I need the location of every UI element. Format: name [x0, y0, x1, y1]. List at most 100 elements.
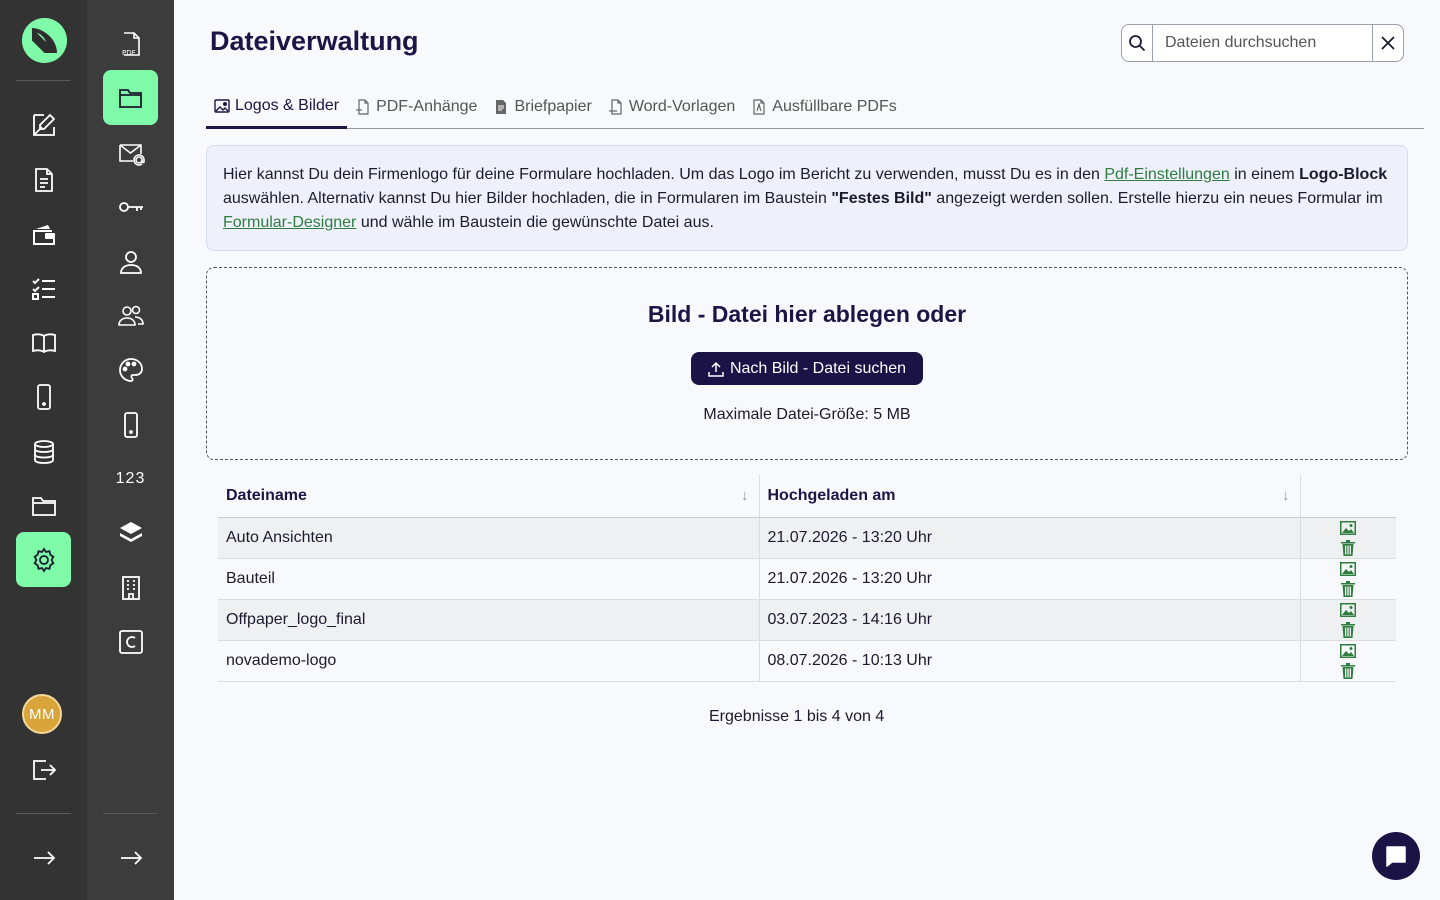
- nav-file-management[interactable]: [103, 70, 158, 125]
- document-filled-icon: [496, 100, 507, 114]
- pdf-file-icon: [356, 99, 369, 115]
- chat-button[interactable]: [1372, 832, 1420, 880]
- trash-icon: [1341, 539, 1356, 556]
- sidebar-divider: [16, 813, 71, 814]
- results-count: Ergebnisse 1 bis 4 von 4: [709, 708, 885, 725]
- app-logo[interactable]: [22, 18, 67, 63]
- close-icon: [1381, 36, 1395, 50]
- file-type-tabs: Logos & Bilder PDF-Anhänge Briefpapier W…: [206, 86, 1424, 129]
- tab-label: Ausfüllbare PDFs: [772, 98, 897, 115]
- nav-palette[interactable]: [103, 342, 158, 397]
- nav-email[interactable]: [103, 125, 158, 180]
- tab-fillable-pdfs[interactable]: Ausfüllbare PDFs: [743, 86, 905, 128]
- image-icon: [1340, 561, 1357, 576]
- file-name: Bauteil: [218, 558, 759, 600]
- search-input[interactable]: [1153, 25, 1372, 61]
- column-header-label: Dateiname: [226, 486, 307, 504]
- pdf-settings-link[interactable]: Pdf-Einstellungen: [1104, 166, 1229, 183]
- info-text: angezeigt werden sollen. Erstelle hierzu…: [931, 190, 1383, 207]
- column-header-label: Hochgeladen am: [767, 486, 896, 504]
- nav-document[interactable]: [16, 152, 71, 207]
- column-header-filename[interactable]: Dateiname ↓: [218, 475, 759, 518]
- info-panel: Hier kannst Du dein Firmenlogo für deine…: [206, 145, 1408, 251]
- pdf-file-icon: PDF: [122, 31, 140, 57]
- nav-pdf[interactable]: PDF: [103, 16, 158, 71]
- preview-image-button[interactable]: [1338, 600, 1358, 620]
- nav-folder[interactable]: [16, 478, 71, 533]
- search-button[interactable]: [1122, 25, 1153, 61]
- email-at-icon: [118, 143, 145, 166]
- trash-icon: [1341, 621, 1356, 638]
- expand-secondary-button[interactable]: [103, 830, 158, 885]
- nav-database[interactable]: [16, 424, 71, 479]
- browse-file-button[interactable]: Nach Bild - Datei suchen: [690, 352, 924, 385]
- database-icon: [33, 439, 54, 464]
- layers-icon: [119, 521, 142, 542]
- arrow-right-icon: [120, 850, 142, 865]
- tab-logos-images[interactable]: Logos & Bilder: [206, 86, 348, 129]
- delete-button[interactable]: [1338, 579, 1358, 599]
- image-icon: [1340, 520, 1357, 535]
- nav-mobile-2[interactable]: [103, 397, 158, 452]
- nav-numbering[interactable]: 123: [103, 451, 158, 506]
- wallet-icon: [32, 224, 55, 245]
- tab-label: Briefpapier: [514, 98, 592, 115]
- form-designer-link[interactable]: Formular-Designer: [223, 214, 356, 231]
- expand-sidebar-button[interactable]: [16, 830, 71, 885]
- delete-button[interactable]: [1338, 620, 1358, 640]
- nav-layers[interactable]: [103, 505, 158, 560]
- number-counter-icon: 123: [115, 469, 146, 487]
- palette-icon: [118, 357, 143, 382]
- sidebar-divider: [103, 813, 158, 814]
- sort-down-icon[interactable]: ↓: [741, 487, 749, 504]
- nav-users[interactable]: [103, 288, 158, 343]
- tab-label: Logos & Bilder: [235, 97, 340, 114]
- nav-mobile[interactable]: [16, 369, 71, 424]
- nav-user[interactable]: [103, 234, 158, 289]
- trash-icon: [1341, 580, 1356, 597]
- edit-doc-icon: [32, 113, 55, 136]
- tab-letterhead[interactable]: Briefpapier: [485, 86, 599, 128]
- document-icon: [34, 167, 53, 192]
- file-dropzone[interactable]: Bild - Datei hier ablegen oder Nach Bild…: [206, 267, 1408, 460]
- image-icon: [1340, 643, 1357, 658]
- preview-image-button[interactable]: [1338, 559, 1358, 579]
- preview-image-button[interactable]: [1338, 641, 1358, 661]
- docx-file-icon: [608, 99, 622, 115]
- file-name: Offpaper_logo_final: [218, 599, 759, 641]
- files-table: Dateiname ↓ Hochgeladen am ↓ Auto Ansichte…: [218, 475, 1396, 682]
- delete-button[interactable]: [1338, 661, 1358, 681]
- clear-search-button[interactable]: [1372, 25, 1403, 61]
- user-avatar[interactable]: MM: [22, 694, 62, 734]
- search-icon: [1129, 35, 1146, 52]
- nav-book[interactable]: [16, 315, 71, 370]
- button-label: Nach Bild - Datei suchen: [729, 359, 907, 377]
- table-row: novademo-logo 08.07.2026 - 10:13 Uhr: [218, 640, 1396, 682]
- tab-label: Word-Vorlagen: [628, 98, 736, 115]
- nav-building[interactable]: [103, 560, 158, 615]
- nav-key[interactable]: [103, 179, 158, 234]
- nav-edit-doc[interactable]: [16, 97, 71, 152]
- delete-button[interactable]: [1338, 538, 1358, 558]
- info-bold-text: Logo-Block: [1299, 166, 1388, 183]
- tab-word-templates[interactable]: Word-Vorlagen: [600, 86, 743, 128]
- nav-settings[interactable]: [16, 532, 71, 587]
- upload-date: 21.07.2026 - 13:20 Uhr: [758, 517, 1300, 559]
- trash-icon: [1341, 662, 1356, 679]
- nav-checklist[interactable]: [16, 261, 71, 316]
- upload-date: 03.07.2023 - 14:16 Uhr: [758, 599, 1300, 641]
- settings-icon: [33, 546, 54, 573]
- sort-down-icon[interactable]: ↓: [1282, 487, 1290, 504]
- nav-company[interactable]: [103, 614, 158, 669]
- nav-wallet[interactable]: [16, 207, 71, 262]
- preview-image-button[interactable]: [1338, 518, 1358, 538]
- column-header-uploaded[interactable]: Hochgeladen am ↓: [758, 475, 1300, 518]
- tab-pdf-attachments[interactable]: PDF-Anhänge: [347, 86, 485, 128]
- logout-icon: [32, 759, 56, 780]
- file-name: novademo-logo: [218, 640, 759, 682]
- search-box: [1121, 24, 1404, 62]
- row-actions: [1299, 640, 1396, 682]
- logout-button[interactable]: [16, 742, 71, 797]
- row-actions: [1299, 558, 1396, 600]
- table-row: Bauteil 21.07.2026 - 13:20 Uhr: [218, 558, 1396, 600]
